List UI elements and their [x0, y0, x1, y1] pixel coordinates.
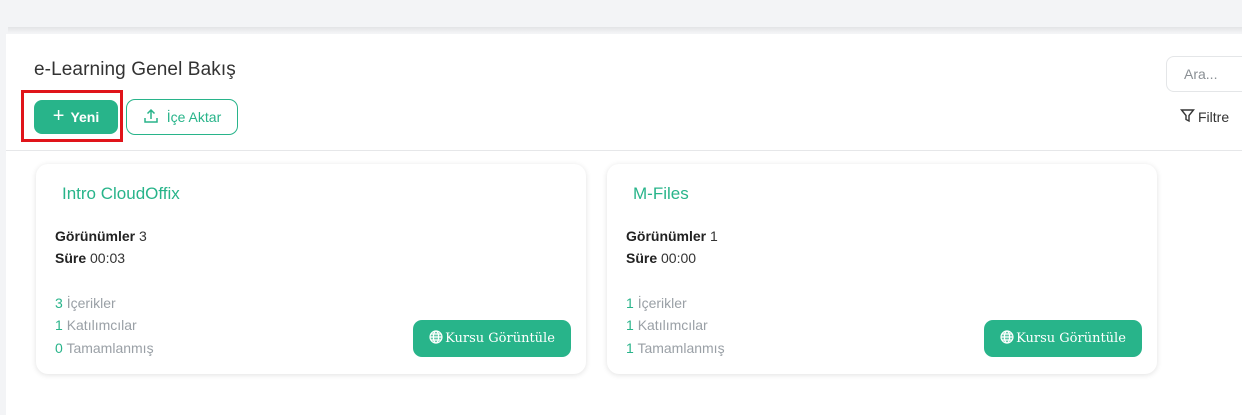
- participants-label: Katılımcılar: [66, 317, 137, 333]
- duration-label: Süre: [55, 250, 87, 266]
- completed-count: 0 Tamamlanmış: [55, 340, 154, 356]
- views-label: Görünümler: [626, 228, 707, 244]
- completed-count: 1 Tamamlanmış: [626, 340, 725, 356]
- import-button-label: İçe Aktar: [166, 109, 222, 125]
- search-input[interactable]: Ara...: [1166, 56, 1242, 92]
- contents-label: İçerikler: [637, 295, 687, 311]
- contents-number: 3: [55, 295, 63, 311]
- filter-label: Filtre: [1198, 109, 1230, 125]
- duration-label: Süre: [626, 250, 658, 266]
- view-course-label: Kursu Görüntüle: [445, 331, 555, 346]
- view-course-label: Kursu Görüntüle: [1016, 331, 1126, 346]
- course-title[interactable]: M-Files: [633, 184, 689, 204]
- views-label: Görünümler: [55, 228, 136, 244]
- page-title: e-Learning Genel Bakış: [34, 59, 236, 80]
- contents-label: İçerikler: [66, 295, 116, 311]
- globe-icon: [429, 329, 443, 348]
- globe-icon: [1000, 329, 1014, 348]
- participants-number: 1: [55, 317, 63, 333]
- upload-icon: [143, 108, 159, 127]
- completed-label: Tamamlanmış: [637, 340, 725, 356]
- duration-stat: Süre 00:00: [626, 250, 696, 266]
- search-placeholder: Ara...: [1184, 66, 1218, 82]
- import-button[interactable]: İçe Aktar: [126, 99, 238, 135]
- duration-value: 00:00: [661, 250, 697, 266]
- course-card: M-Files Görünümler 1 Süre 00:00 1 İçerik…: [607, 164, 1157, 374]
- completed-number: 0: [55, 340, 63, 356]
- top-bar: [0, 0, 1242, 30]
- views-stat: Görünümler 1: [626, 228, 718, 244]
- view-course-button[interactable]: Kursu Görüntüle: [984, 320, 1142, 357]
- duration-stat: Süre 00:03: [55, 250, 125, 266]
- view-course-button[interactable]: Kursu Görüntüle: [413, 320, 571, 357]
- filter-button[interactable]: Filtre: [1180, 108, 1229, 126]
- duration-value: 00:03: [90, 250, 126, 266]
- contents-number: 1: [626, 295, 634, 311]
- course-card: Intro CloudOffix Görünümler 3 Süre 00:03…: [36, 164, 586, 374]
- contents-count: 1 İçerikler: [626, 295, 687, 311]
- completed-number: 1: [626, 340, 634, 356]
- divider: [6, 150, 1242, 151]
- views-value: 1: [710, 228, 718, 244]
- views-stat: Görünümler 3: [55, 228, 147, 244]
- participants-count: 1 Katılımcılar: [626, 317, 708, 333]
- views-value: 3: [139, 228, 147, 244]
- highlight-box: [21, 90, 123, 142]
- participants-number: 1: [626, 317, 634, 333]
- filter-icon: [1180, 108, 1195, 126]
- contents-count: 3 İçerikler: [55, 295, 116, 311]
- course-title[interactable]: Intro CloudOffix: [62, 184, 180, 204]
- completed-label: Tamamlanmış: [66, 340, 154, 356]
- participants-label: Katılımcılar: [637, 317, 708, 333]
- top-bar-shadow: [8, 27, 1242, 33]
- participants-count: 1 Katılımcılar: [55, 317, 137, 333]
